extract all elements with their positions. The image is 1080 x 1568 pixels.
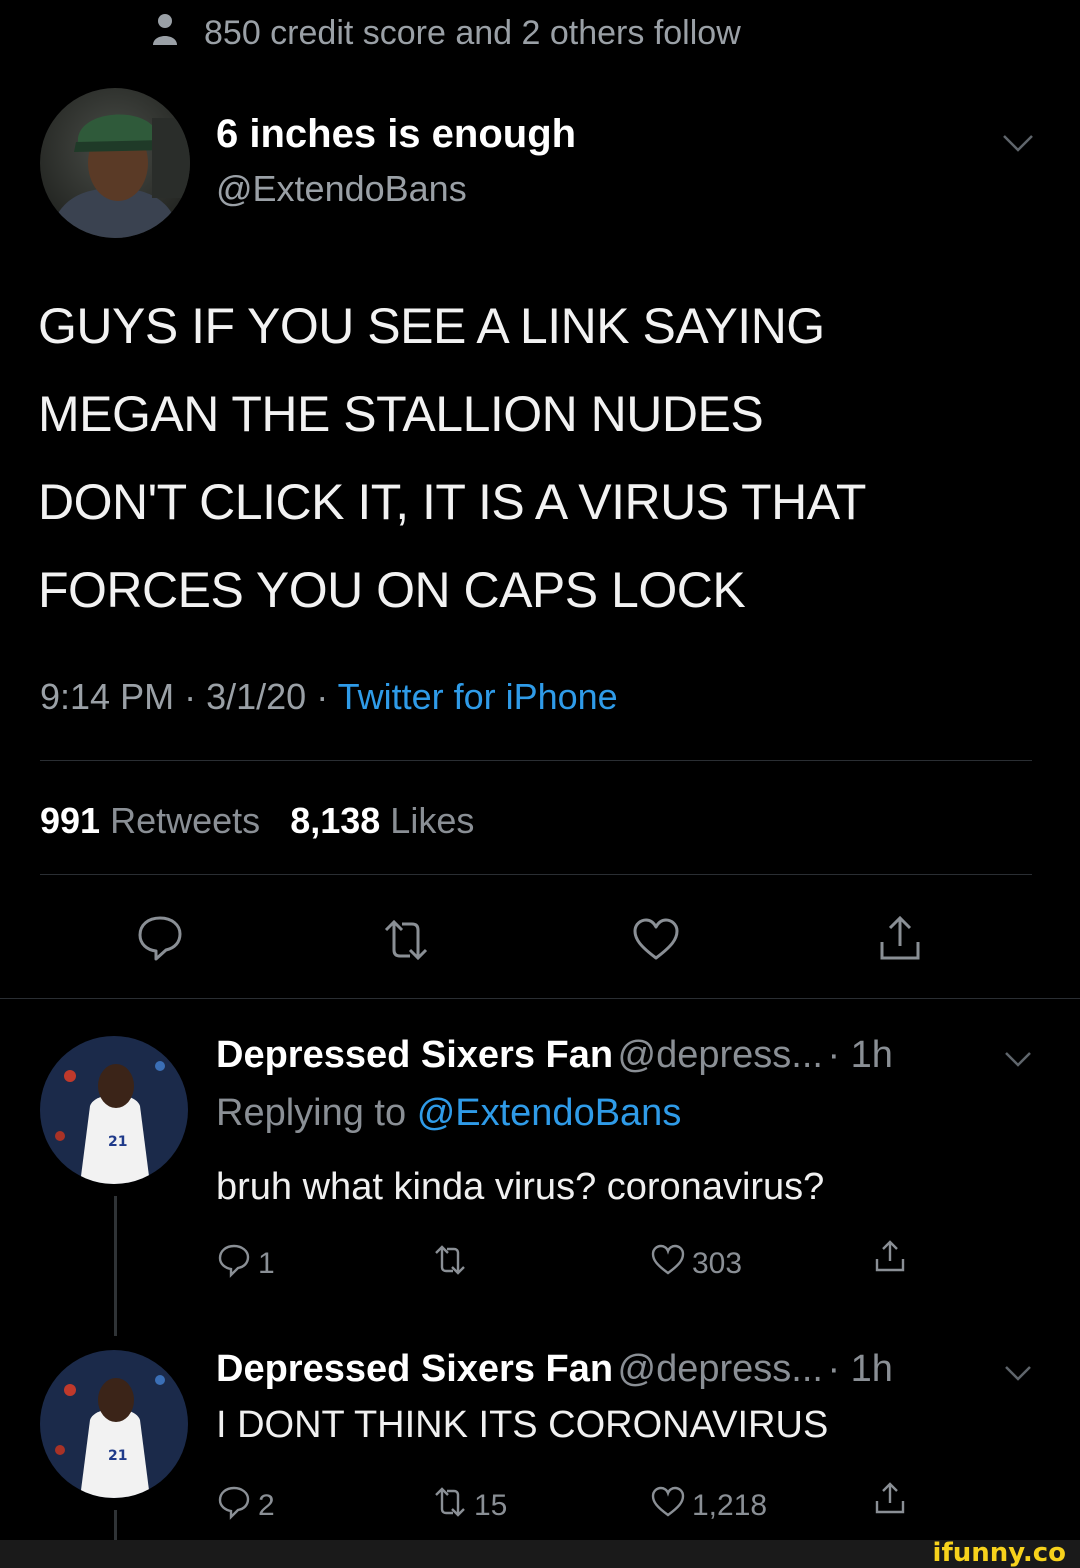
tweet-time: 9:14 PM [40, 676, 175, 717]
reply-age: · 1h [827, 1034, 893, 1076]
watermark-bar [0, 1540, 1080, 1568]
like-icon[interactable] [630, 914, 682, 966]
reply-age: · 1h [827, 1348, 893, 1390]
reply-retweet-button[interactable]: 15 [432, 1484, 507, 1528]
reply-header: Depressed Sixers Fan @depress... · 1h [216, 1348, 893, 1391]
tweet-stats: 991 Retweets 8,138 Likes [40, 800, 474, 842]
reply-avatar[interactable]: 21 [40, 1350, 188, 1498]
thread-line [114, 1196, 117, 1336]
svg-text:21: 21 [108, 1448, 127, 1464]
replying-to: Replying to @ExtendoBans [216, 1092, 681, 1135]
reply-count: 2 [258, 1489, 275, 1522]
tweet-text-line: FORCES YOU ON CAPS LOCK [38, 562, 746, 618]
reply-like-button[interactable]: 303 [650, 1242, 742, 1286]
reply-handle[interactable]: @depress... [618, 1034, 823, 1076]
main-avatar[interactable] [40, 88, 190, 238]
chevron-down-icon[interactable] [1002, 1362, 1034, 1389]
reply-count: 1 [258, 1247, 275, 1280]
share-icon [872, 1480, 908, 1524]
replying-to-label: Replying to [216, 1092, 407, 1134]
like-count: 1,218 [692, 1489, 768, 1522]
tweet-client-link[interactable]: Twitter for iPhone [338, 676, 618, 717]
tweet-text-line: GUYS IF YOU SEE A LINK SAYING [38, 298, 825, 354]
tweet-text: GUYS IF YOU SEE A LINK SAYING MEGAN THE … [38, 282, 1048, 634]
social-context-text: 850 credit score and 2 others follow [204, 14, 741, 52]
reply-retweet-button[interactable] [432, 1242, 474, 1286]
like-icon [650, 1484, 686, 1528]
like-count: 8,138 [290, 800, 381, 841]
svg-text:21: 21 [108, 1134, 127, 1150]
chevron-down-icon[interactable] [1000, 128, 1036, 156]
reply-text: bruh what kinda virus? coronavirus? [216, 1166, 825, 1208]
reply-icon [216, 1242, 252, 1286]
reply-icon [216, 1484, 252, 1528]
reply-share-button[interactable] [872, 1480, 908, 1524]
reply-icon[interactable] [134, 912, 186, 964]
tweet-text-line: DON'T CLICK IT, IT IS A VIRUS THAT [38, 474, 866, 530]
replying-to-handle[interactable]: @ExtendoBans [417, 1092, 682, 1134]
retweet-icon [432, 1484, 468, 1528]
meta-separator: · [316, 676, 329, 717]
person-icon [150, 12, 180, 55]
meta-separator: · [184, 676, 197, 717]
like-label: Likes [390, 800, 475, 841]
chevron-down-icon[interactable] [1002, 1048, 1034, 1075]
main-display-name[interactable]: 6 inches is enough [216, 112, 576, 157]
reply-like-button[interactable]: 1,218 [650, 1484, 767, 1528]
retweet-icon [432, 1242, 468, 1286]
thread-line [114, 1510, 117, 1544]
retweet-count: 15 [474, 1489, 508, 1522]
reply-avatar[interactable]: 21 [40, 1036, 188, 1184]
divider [40, 874, 1032, 875]
divider [0, 998, 1080, 999]
retweet-icon[interactable] [380, 914, 432, 966]
share-icon[interactable] [874, 912, 926, 964]
reply-display-name[interactable]: Depressed Sixers Fan [216, 1034, 613, 1076]
main-handle[interactable]: @ExtendoBans [216, 168, 467, 210]
reply-handle[interactable]: @depress... [618, 1348, 823, 1390]
social-context[interactable]: 850 credit score and 2 others follow [150, 12, 741, 55]
reply-display-name[interactable]: Depressed Sixers Fan [216, 1348, 613, 1390]
share-icon [872, 1238, 908, 1282]
retweets-stat[interactable]: 991 Retweets [40, 800, 260, 841]
reply-text: I DONT THINK ITS CORONAVIRUS [216, 1404, 829, 1446]
watermark-logo: ifunny.co [932, 1538, 1066, 1568]
retweet-label: Retweets [110, 800, 261, 841]
likes-stat[interactable]: 8,138 Likes [290, 800, 474, 841]
reply-header: Depressed Sixers Fan @depress... · 1h [216, 1034, 893, 1077]
retweet-count: 991 [40, 800, 101, 841]
reply-reply-button[interactable]: 1 [216, 1242, 275, 1286]
tweet-date: 3/1/20 [206, 676, 307, 717]
divider [40, 760, 1032, 761]
reply-share-button[interactable] [872, 1238, 908, 1282]
tweet-meta: 9:14 PM · 3/1/20 · Twitter for iPhone [40, 676, 618, 718]
tweet-text-line: MEGAN THE STALLION NUDES [38, 386, 764, 442]
like-count: 303 [692, 1247, 743, 1280]
reply-reply-button[interactable]: 2 [216, 1484, 275, 1528]
like-icon [650, 1242, 686, 1286]
